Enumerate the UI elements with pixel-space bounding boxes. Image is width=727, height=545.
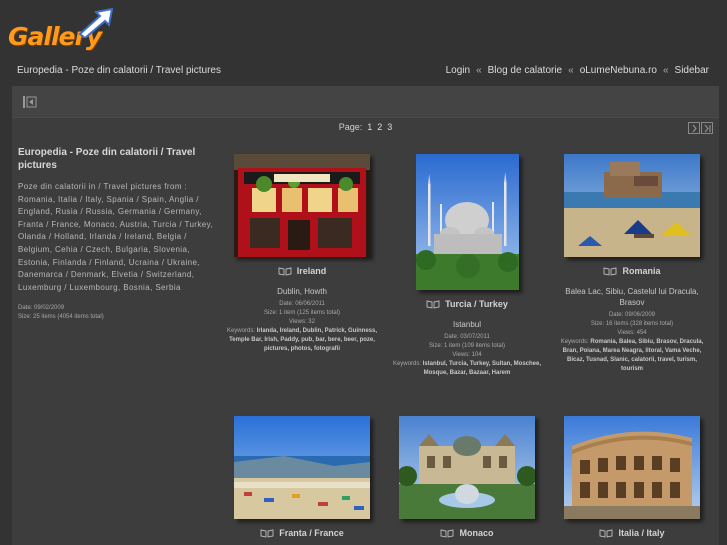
login-link[interactable]: Login — [446, 65, 470, 76]
monaco-thumbnail[interactable] — [399, 416, 535, 519]
item-keywords: Keywords: Irlanda, Ireland, Dublin, Patr… — [226, 327, 378, 354]
album-size: Size: 25 items (4054 items total) — [18, 314, 104, 321]
album-book-icon — [278, 266, 292, 276]
toolbar — [12, 86, 719, 118]
item-subtitle: Balea Lac, Sibiu, Castelul lui Dracula, … — [565, 287, 699, 307]
item-date: Date: 06/06/2011 — [279, 301, 325, 307]
album-book-icon — [260, 528, 274, 538]
gallery-item: Monaco — [391, 416, 543, 538]
header: Gallery Europedia - Poze din calatorii /… — [0, 0, 727, 86]
gallery-item: Italia / Italy — [556, 416, 708, 538]
gallery-item: Romania Balea Lac, Sibiu, Castelul lui D… — [556, 154, 708, 374]
sidebar-toggle-icon[interactable] — [22, 95, 38, 109]
keywords-label: Keywords: — [392, 361, 421, 367]
item-title-text: Italia / Italy — [618, 528, 665, 538]
item-title[interactable]: Franta / France — [226, 528, 378, 538]
france-thumbnail[interactable] — [234, 416, 370, 519]
item-title[interactable]: Ireland — [226, 266, 378, 276]
item-date: Date: 03/07/2011 — [444, 334, 490, 340]
album-date: Date: 09/02/2009 — [18, 305, 65, 312]
item-title-text: Monaco — [459, 528, 494, 538]
nav-separator: « — [662, 65, 669, 76]
item-size: Size: 1 item (125 items total) — [263, 310, 341, 316]
item-meta: Date: 09/06/2009 Size: 16 items (328 ite… — [556, 311, 708, 374]
item-subtitle: Istanbul — [452, 320, 482, 329]
logo-arrow-icon — [78, 8, 114, 38]
item-title[interactable]: Italia / Italy — [556, 528, 708, 538]
item-views: Views: 104 — [452, 352, 482, 358]
breadcrumb[interactable]: Europedia - Poze din calatorii / Travel … — [17, 65, 221, 76]
ireland-thumbnail[interactable] — [234, 154, 370, 257]
gallery-item: Turcia / Turkey Istanbul Date: 03/07/201… — [391, 154, 543, 378]
page-1-link[interactable]: 1 — [367, 122, 372, 132]
pager: Page: 1 2 3 — [12, 122, 719, 136]
chevron-right-icon — [692, 124, 697, 133]
item-views: Views: 454 — [617, 330, 647, 336]
item-title[interactable]: Romania — [556, 266, 708, 276]
album-book-icon — [426, 299, 440, 309]
olumenebuna-link[interactable]: oLumeNebuna.ro — [580, 65, 657, 76]
item-keywords: Keywords: Istanbul, Turcia, Turkey, Sult… — [391, 360, 543, 378]
main-content: Page: 1 2 3 Europedia - Poze din calatorii … — [12, 86, 719, 545]
last-page-icon — [704, 124, 711, 133]
item-title[interactable]: Monaco — [391, 528, 543, 538]
item-meta: Date: 03/07/2011 Size: 1 item (109 items… — [391, 333, 543, 378]
keywords-label: Keywords: — [560, 339, 589, 345]
item-views: Views: 32 — [289, 319, 315, 325]
item-keywords: Keywords: Romania, Balea, Sibiu, Brasov,… — [556, 338, 708, 374]
gallery-logo[interactable]: Gallery — [8, 8, 114, 54]
breadcrumb-link[interactable]: Europedia - Poze din calatorii / Travel … — [17, 65, 221, 76]
album-description: Poze din calatorii in / Travel pictures … — [18, 182, 214, 292]
item-title-text: Franta / France — [279, 528, 344, 538]
sidebar-link[interactable]: Sidebar — [675, 65, 709, 76]
item-title-text: Turcia / Turkey — [445, 299, 508, 309]
nav-separator: « — [476, 65, 482, 76]
pager-label: Page: — [338, 122, 363, 132]
album-book-icon — [441, 528, 454, 538]
gallery-item: Ireland Dublin, Howth Date: 06/06/2011 S… — [226, 154, 378, 354]
item-meta: Date: 06/06/2011 Size: 1 item (125 items… — [226, 300, 378, 354]
item-size: Size: 16 items (328 items total) — [590, 321, 674, 327]
italy-thumbnail[interactable] — [564, 416, 700, 519]
item-title-text: Ireland — [296, 266, 327, 276]
item-subtitle: Dublin, Howth — [277, 287, 327, 296]
page-3-link[interactable]: 3 — [387, 122, 392, 132]
blog-link[interactable]: Blog de calatorie — [488, 65, 563, 76]
item-size: Size: 1 item (109 items total) — [428, 343, 506, 349]
item-date: Date: 09/06/2009 — [608, 312, 656, 318]
nav-separator: « — [568, 65, 574, 76]
keywords-value: Istanbul, Turcia, Turkey, Sultan, Mosche… — [422, 361, 542, 376]
keywords-label: Keywords: — [226, 328, 255, 334]
gallery-item: Franta / France — [226, 416, 378, 538]
turkey-thumbnail[interactable] — [415, 154, 519, 290]
romania-thumbnail[interactable] — [564, 154, 700, 257]
album-info: Europedia - Poze din calatorii / Travel … — [18, 146, 216, 322]
album-book-icon — [600, 528, 613, 538]
album-book-icon — [604, 266, 617, 276]
last-page-button[interactable] — [701, 122, 713, 134]
item-title[interactable]: Turcia / Turkey — [391, 299, 543, 309]
top-navigation: Login « Blog de calatorie « oLumeNebuna.… — [446, 65, 709, 76]
next-page-button[interactable] — [688, 122, 700, 134]
album-meta: Date: 09/02/2009 Size: 25 items (4054 it… — [18, 304, 216, 322]
item-title-text: Romania — [622, 266, 661, 276]
page-2-link[interactable]: 2 — [377, 122, 382, 132]
album-title: Europedia - Poze din calatorii / Travel … — [18, 147, 196, 171]
pager-arrows — [688, 122, 713, 134]
